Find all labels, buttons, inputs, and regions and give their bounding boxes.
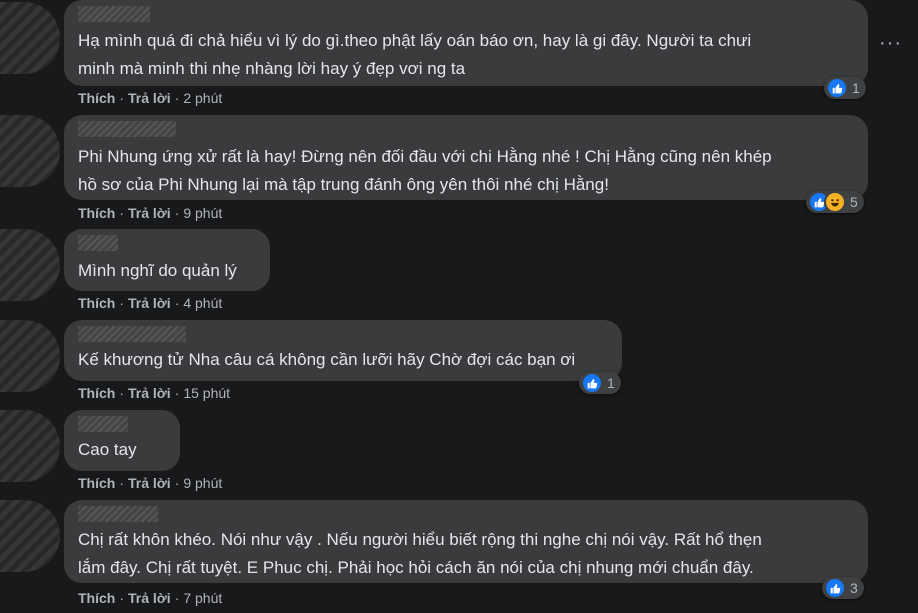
comment-line: Phi Nhung ứng xử rất là hay! Đừng nên đố… (78, 147, 772, 166)
comment-bubble: Hạ mình quá đi chả hiểu vì lý do gì.theo… (64, 0, 868, 86)
comment-text: Kế khương tử Nha câu cá không cần lưỡi h… (78, 346, 608, 374)
comment-bubble: Chị rất khôn khéo. Nói như vậy . Nếu ngư… (64, 500, 868, 583)
comment-actions: Thích · Trả lời · 2 phút (78, 90, 222, 106)
comment-text: Hạ mình quá đi chả hiểu vì lý do gì.theo… (78, 27, 854, 83)
comment-text: Chị rất khôn khéo. Nói như vậy . Nếu ngư… (78, 526, 854, 582)
comment-line: Cao tay (78, 440, 137, 459)
comment-line: Mình nghĩ do quản lý (78, 261, 237, 280)
author-name[interactable] (78, 506, 158, 522)
avatar[interactable] (0, 320, 60, 392)
reply-button[interactable]: Trả lời (128, 475, 171, 491)
like-icon (824, 577, 846, 599)
author-name[interactable] (78, 416, 128, 432)
like-button[interactable]: Thích (78, 90, 115, 106)
reaction-summary[interactable]: 1 (824, 77, 866, 99)
comment-list: ··· Hạ mình quá đi chả hiểu vì lý do gì.… (0, 0, 918, 613)
reply-button[interactable]: Trả lời (128, 90, 171, 106)
reaction-count: 1 (852, 80, 860, 96)
like-button[interactable]: Thích (78, 205, 115, 221)
separator: · (119, 205, 125, 221)
avatar[interactable] (0, 500, 60, 572)
comment-line: lắm đây. Chị rất tuyệt. E Phuc chị. Phải… (78, 558, 754, 577)
reaction-count: 5 (850, 194, 858, 210)
reaction-summary[interactable]: 1 (579, 372, 621, 394)
comment-actions: Thích · Trả lời · 15 phút (78, 385, 230, 401)
separator: · (174, 205, 180, 221)
reaction-count: 3 (850, 580, 858, 596)
more-options-icon[interactable]: ··· (879, 32, 902, 55)
author-name[interactable] (78, 326, 186, 342)
separator: · (119, 295, 125, 311)
separator: · (174, 385, 180, 401)
like-button[interactable]: Thích (78, 385, 115, 401)
avatar[interactable] (0, 229, 60, 301)
haha-icon (824, 191, 846, 213)
reply-button[interactable]: Trả lời (128, 385, 171, 401)
like-button[interactable]: Thích (78, 590, 115, 606)
reply-button[interactable]: Trả lời (128, 590, 171, 606)
separator: · (174, 475, 180, 491)
separator: · (119, 475, 125, 491)
comment-text: Phi Nhung ứng xử rất là hay! Đừng nên đố… (78, 143, 854, 199)
avatar[interactable] (0, 2, 60, 74)
comment-bubble: Kế khương tử Nha câu cá không cần lưỡi h… (64, 320, 622, 381)
comment-text: Mình nghĩ do quản lý (78, 257, 256, 285)
like-button[interactable]: Thích (78, 475, 115, 491)
comment-line: minh mà minh thi nhẹ nhàng lời hay ý đẹp… (78, 59, 466, 78)
comment-actions: Thích · Trả lời · 4 phút (78, 295, 222, 311)
separator: · (174, 590, 180, 606)
like-icon (826, 77, 848, 99)
author-name[interactable] (78, 235, 118, 251)
reaction-summary[interactable]: 5 (806, 191, 864, 213)
timestamp[interactable]: 7 phút (183, 590, 222, 606)
comment-bubble: Phi Nhung ứng xử rất là hay! Đừng nên đố… (64, 115, 868, 200)
timestamp[interactable]: 4 phút (183, 295, 222, 311)
comment-bubble: Cao tay (64, 410, 180, 471)
comment-actions: Thích · Trả lời · 9 phút (78, 205, 222, 221)
comment-text: Cao tay (78, 436, 166, 464)
reply-button[interactable]: Trả lời (128, 205, 171, 221)
comment-line: Kế khương tử Nha câu cá không cần lưỡi h… (78, 350, 576, 369)
like-icon (581, 372, 603, 394)
separator: · (119, 590, 125, 606)
like-button[interactable]: Thích (78, 295, 115, 311)
comment-actions: Thích · Trả lời · 7 phút (78, 590, 222, 606)
reaction-count: 1 (607, 375, 615, 391)
author-name[interactable] (78, 121, 176, 137)
separator: · (174, 295, 180, 311)
timestamp[interactable]: 15 phút (183, 385, 230, 401)
comment-bubble: Mình nghĩ do quản lý (64, 229, 270, 291)
separator: · (119, 385, 125, 401)
comment-line: Chị rất khôn khéo. Nói như vậy . Nếu ngư… (78, 530, 762, 549)
timestamp[interactable]: 2 phút (183, 90, 222, 106)
avatar[interactable] (0, 115, 60, 187)
reaction-summary[interactable]: 3 (822, 577, 864, 599)
timestamp[interactable]: 9 phút (183, 205, 222, 221)
separator: · (174, 90, 180, 106)
comment-line: Hạ mình quá đi chả hiểu vì lý do gì.theo… (78, 31, 752, 50)
separator: · (119, 90, 125, 106)
timestamp[interactable]: 9 phút (183, 475, 222, 491)
comment-actions: Thích · Trả lời · 9 phút (78, 475, 222, 491)
author-name[interactable] (78, 6, 150, 22)
comment-line: hồ sơ của Phi Nhung lại mà tập trung đán… (78, 175, 609, 194)
avatar[interactable] (0, 410, 60, 482)
reply-button[interactable]: Trả lời (128, 295, 171, 311)
